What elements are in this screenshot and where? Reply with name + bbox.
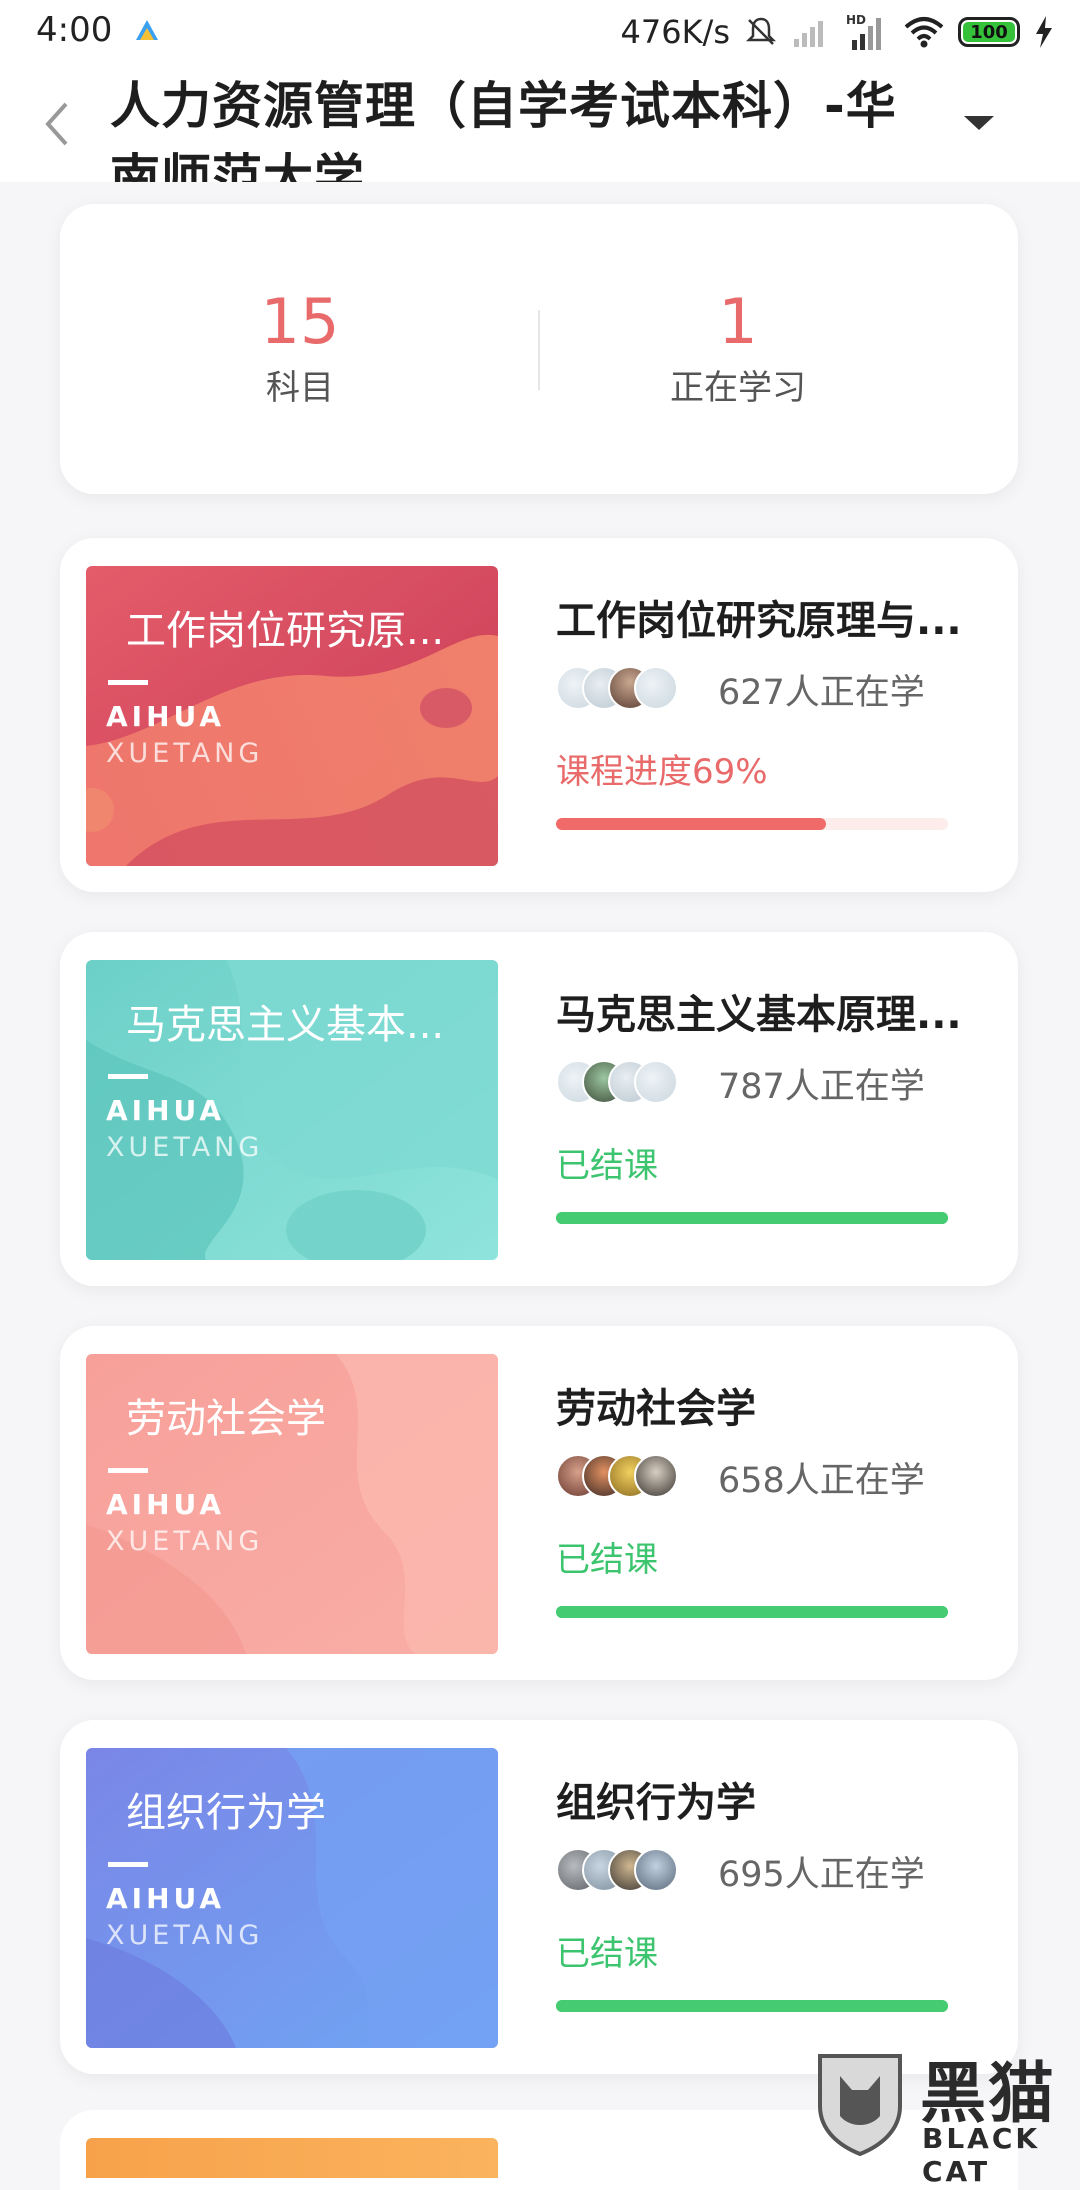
charging-icon [1036,16,1052,48]
course-title[interactable]: 工作岗位研究原理与... [556,588,962,646]
learner-avatars [556,1454,696,1500]
svg-text:HD: HD [846,13,866,27]
course-status: 已结课 [556,1146,658,1186]
status-right: 476K/s HD 100 [620,10,1054,54]
thumbnail-brand-sub: XUETANG [106,1920,264,1951]
wifi-icon [904,17,944,48]
subjects-stat[interactable]: 15 科目 [100,290,500,409]
avatar [634,1454,678,1498]
battery-level: 100 [963,22,1015,43]
progress-bar [556,818,948,830]
learning-count: 1 [718,285,758,358]
course-status: 已结课 [556,1540,658,1580]
course-title[interactable]: 劳动社会学 [556,1376,756,1434]
course-card[interactable]: 马克思主义基本... AIHUA XUETANG 马克思主义基本原理... 78… [60,932,1018,1286]
thumbnail-dash [108,1862,148,1867]
cat-shield-icon [818,2054,902,2156]
thumbnail-title: 工作岗位研究原... [126,608,445,654]
course-thumbnail-partial[interactable] [86,2138,498,2178]
learner-avatars [556,666,696,712]
avatar [634,1060,678,1104]
watermark-en: BLACK CAT [922,2122,1041,2188]
thumbnail-title: 组织行为学 [126,1790,326,1836]
progress-fill [556,818,827,830]
subjects-label: 科目 [266,368,334,408]
progress-fill [556,2000,948,2012]
app-icon [136,20,158,40]
page-header: 人力资源管理（自学考试本科）-华南师范大学 [0,64,1080,182]
course-card[interactable]: 劳动社会学 AIHUA XUETANG 劳动社会学 658人正在学 已结课 [60,1326,1018,1680]
page-title: 人力资源管理（自学考试本科）-华南师范大学 [110,77,897,182]
course-card[interactable]: 组织行为学 AIHUA XUETANG 组织行为学 695人正在学 已结课 [60,1720,1018,2074]
watermark-logo: 黑猫 BLACK CAT [810,2040,1080,2188]
thumbnail-brand-sub: XUETANG [106,1132,264,1163]
status-bar: 4:00 476K/s HD 100 [0,0,1080,64]
learning-stat[interactable]: 1 正在学习 [538,290,938,409]
progress-bar [556,1212,948,1224]
avatar [634,1848,678,1892]
mute-icon [745,17,777,45]
course-thumbnail[interactable]: 马克思主义基本... AIHUA XUETANG [86,960,498,1260]
thumbnail-title: 马克思主义基本... [126,1002,445,1048]
learner-count: 787人正在学 [718,1067,925,1107]
progress-bar [556,1606,948,1618]
learner-avatars [556,1848,696,1894]
thumbnail-brand-sub: XUETANG [106,1526,264,1557]
signal-icon [794,21,823,47]
thumbnail-brand: AIHUA [106,1094,226,1127]
course-thumbnail[interactable]: 劳动社会学 AIHUA XUETANG [86,1354,498,1654]
course-title[interactable]: 马克思主义基本原理... [556,982,962,1040]
progress-bar [556,2000,948,2012]
course-status: 课程进度69% [556,752,768,792]
chevron-left-icon[interactable] [34,96,82,152]
learner-avatars [556,1060,696,1106]
summary-card: 15 科目 1 正在学习 [60,204,1018,494]
hd-signal-icon: HD [846,13,881,50]
learner-count: 695人正在学 [718,1855,925,1895]
progress-fill [556,1606,948,1618]
thumbnail-brand-sub: XUETANG [106,738,264,769]
course-title[interactable]: 组织行为学 [556,1770,756,1828]
thumbnail-brand: AIHUA [106,1488,226,1521]
course-thumbnail[interactable]: 组织行为学 AIHUA XUETANG [86,1748,498,2048]
progress-fill [556,1212,948,1224]
thumbnail-dash [108,1074,148,1079]
course-thumbnail[interactable]: 工作岗位研究原... AIHUA XUETANG [86,566,498,866]
course-card[interactable]: 工作岗位研究原... AIHUA XUETANG 工作岗位研究原理与... 62… [60,538,1018,892]
course-status: 已结课 [556,1934,658,1974]
subjects-count: 15 [260,285,340,358]
learning-label: 正在学习 [670,368,806,408]
learner-count: 627人正在学 [718,673,925,713]
learner-count: 658人正在学 [718,1461,925,1501]
battery-icon: 100 [958,17,1020,47]
triangle-down-icon[interactable] [960,108,998,138]
thumbnail-brand: AIHUA [106,700,226,733]
thumbnail-brand: AIHUA [106,1882,226,1915]
thumbnail-dash [108,1468,148,1473]
net-speed: 476K/s [620,13,730,51]
thumbnail-title: 劳动社会学 [126,1396,326,1442]
thumbnail-dash [108,680,148,685]
avatar [634,666,678,710]
status-time: 4:00 [36,10,113,50]
